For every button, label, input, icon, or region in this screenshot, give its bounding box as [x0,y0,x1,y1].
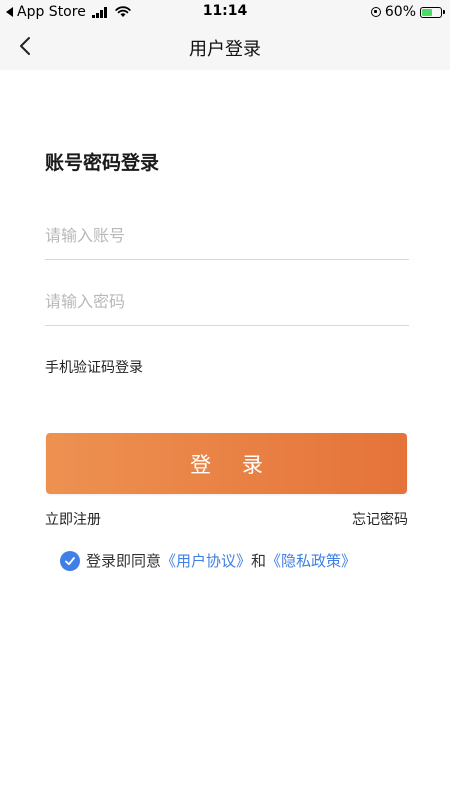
orientation-lock-icon [370,7,381,17]
battery-percent: 60% [384,4,416,20]
navigation-bar: 用户登录 [0,24,450,70]
battery-level [422,8,432,16]
checkmark-icon [65,556,75,565]
password-input[interactable] [45,285,409,317]
forgot-password-link[interactable]: 忘记密码 [352,509,408,529]
privacy-policy-link[interactable]: 《隐私政策》 [266,550,356,571]
battery-icon [420,6,445,18]
account-input[interactable] [45,219,409,251]
page-title: 用户登录 [189,39,261,60]
password-field [45,285,409,326]
status-bar: App Store 11:14 60% [0,0,450,24]
user-agreement-link[interactable]: 《用户协议》 [161,550,251,571]
sms-login-link[interactable]: 手机验证码登录 [45,357,143,377]
login-heading: 账号密码登录 [45,152,160,174]
register-link[interactable]: 立即注册 [45,509,101,529]
agreement-conjunction: 和 [251,552,267,570]
account-field [45,219,409,260]
login-button[interactable]: 登 录 [46,433,407,494]
agreement-row: 登录即同意 《用户协议》 和 《隐私政策》 [60,550,356,571]
agreement-prefix: 登录即同意 [86,552,162,570]
agreement-checkbox[interactable] [60,550,80,571]
status-right: 60% [370,3,445,21]
